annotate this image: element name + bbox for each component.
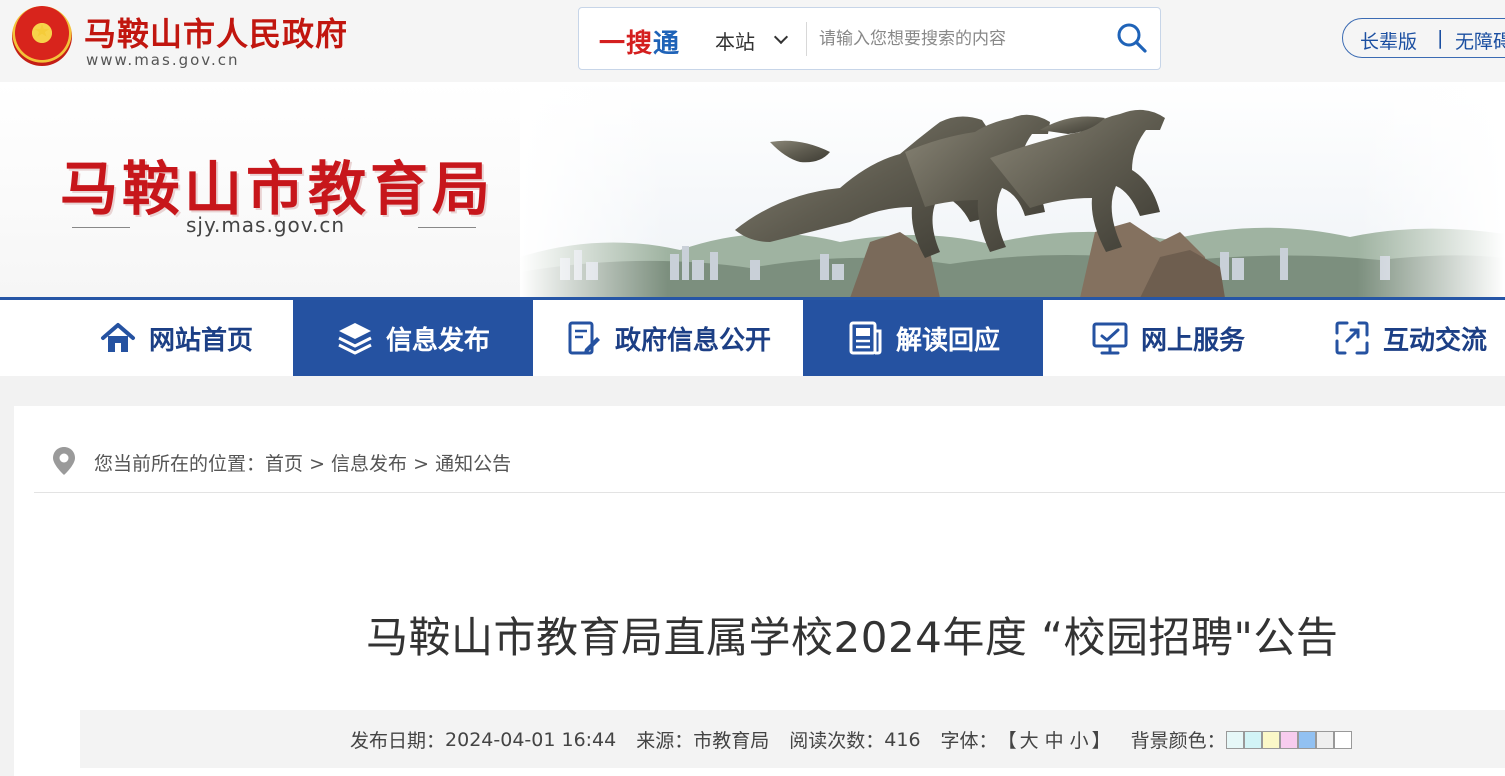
version-switcher: 长辈版 | 无障碍 <box>1342 18 1505 58</box>
breadcrumb-separator: > <box>413 453 430 475</box>
nav-label: 解读回应 <box>895 325 1000 356</box>
bg-color-swatch[interactable] <box>1261 731 1280 749</box>
document-edit-icon <box>568 321 600 355</box>
breadcrumb-divider <box>34 492 1505 493</box>
nav-label: 政府信息公开 <box>614 325 771 356</box>
font-bracket-close: 】 <box>1091 730 1111 752</box>
nav-item-interaction[interactable]: 互动交流 <box>1293 300 1505 376</box>
bg-color-label: 背景颜色： <box>1130 730 1226 752</box>
search-input[interactable] <box>819 22 1099 56</box>
news-icon <box>849 321 882 355</box>
top-bar: 马鞍山市人民政府 www.mas.gov.cn 一搜通 本站 长辈版 | 无障碍 <box>0 0 1505 82</box>
views-count: 416 <box>884 728 921 751</box>
search-box: 一搜通 本站 <box>578 7 1161 70</box>
horse-sculpture-image <box>520 82 1505 298</box>
search-scope-select[interactable]: 本站 <box>715 26 755 55</box>
gov-site-title[interactable]: 马鞍山市人民政府 <box>84 9 348 55</box>
bg-color-swatch[interactable] <box>1315 731 1334 749</box>
monitor-icon <box>1092 322 1128 355</box>
publish-date-label: 发布日期： <box>350 730 446 752</box>
nav-label: 网站首页 <box>148 325 253 356</box>
nav-label: 网上服务 <box>1140 325 1245 356</box>
breadcrumb-prefix: 您当前所在的位置： <box>94 453 266 475</box>
search-divider <box>806 22 807 56</box>
banner-divider-left <box>72 227 130 228</box>
bg-color-swatches <box>1225 729 1352 751</box>
interaction-icon <box>1335 321 1369 355</box>
nav-item-gov-info-disclosure[interactable]: 政府信息公开 <box>533 300 803 376</box>
search-brand-logo: 一搜通 <box>599 29 681 59</box>
bg-color-swatch[interactable] <box>1297 731 1316 749</box>
breadcrumb-info-release-link[interactable]: 信息发布 <box>331 453 407 475</box>
article-panel: 您当前所在的位置：首页 > 信息发布 > 通知公告 马鞍山市教育局直属学校202… <box>14 406 1505 776</box>
publish-date: 2024-04-01 16:44 <box>445 728 617 751</box>
bg-color-swatch[interactable] <box>1279 731 1298 749</box>
source-value: 市教育局 <box>693 730 770 752</box>
banner-divider-right <box>418 227 476 228</box>
breadcrumb-home-link[interactable]: 首页 <box>265 453 303 475</box>
font-size-label: 字体： <box>940 730 998 752</box>
breadcrumb: 您当前所在的位置：首页 > 信息发布 > 通知公告 <box>94 449 511 476</box>
gov-site-url: www.mas.gov.cn <box>86 51 240 69</box>
version-separator: | <box>1437 27 1444 49</box>
nav-item-interpretation[interactable]: 解读回应 <box>803 300 1043 376</box>
chevron-down-icon[interactable] <box>773 29 789 45</box>
nav-label: 互动交流 <box>1383 325 1488 356</box>
bg-color-swatch[interactable] <box>1243 731 1262 749</box>
bg-color-swatch[interactable] <box>1333 731 1352 749</box>
site-url: sjy.mas.gov.cn <box>186 213 346 237</box>
main-nav: 网站首页 信息发布 政府信息公开 解读回应 网上服务 互动交流 <box>0 300 1505 376</box>
layers-icon <box>338 323 372 355</box>
font-bracket-open: 【 <box>997 730 1017 752</box>
accessible-version-link[interactable]: 无障碍 <box>1455 27 1505 54</box>
nav-item-info-release[interactable]: 信息发布 <box>293 300 533 376</box>
article-meta-bar: 发布日期： 2024-04-01 16:44 来源： 市教育局 阅读次数： 41… <box>80 710 1505 768</box>
breadcrumb-separator: > <box>309 453 325 475</box>
nav-item-home[interactable]: 网站首页 <box>60 300 292 376</box>
bg-color-swatch[interactable] <box>1225 731 1244 749</box>
source-label: 来源： <box>636 730 694 752</box>
font-large-button[interactable]: 大 <box>1017 726 1042 753</box>
font-small-button[interactable]: 小 <box>1067 726 1092 753</box>
home-icon <box>100 323 135 352</box>
elder-version-link[interactable]: 长辈版 <box>1360 27 1417 54</box>
views-label: 阅读次数： <box>789 730 885 752</box>
breadcrumb-notice-link[interactable]: 通知公告 <box>435 453 511 475</box>
article-meta: 发布日期： 2024-04-01 16:44 来源： 市教育局 阅读次数： 41… <box>350 726 1352 753</box>
search-icon[interactable] <box>1116 22 1148 54</box>
site-banner: 马鞍山市教育局 sjy.mas.gov.cn <box>0 82 1505 298</box>
nav-label: 信息发布 <box>385 325 490 356</box>
national-emblem-icon <box>12 6 72 66</box>
location-pin-icon <box>53 447 75 475</box>
nav-item-online-services[interactable]: 网上服务 <box>1043 300 1293 376</box>
font-medium-button[interactable]: 中 <box>1042 726 1067 753</box>
article-title: 马鞍山市教育局直属学校2024年度 “校园招聘"公告 <box>366 613 1339 662</box>
